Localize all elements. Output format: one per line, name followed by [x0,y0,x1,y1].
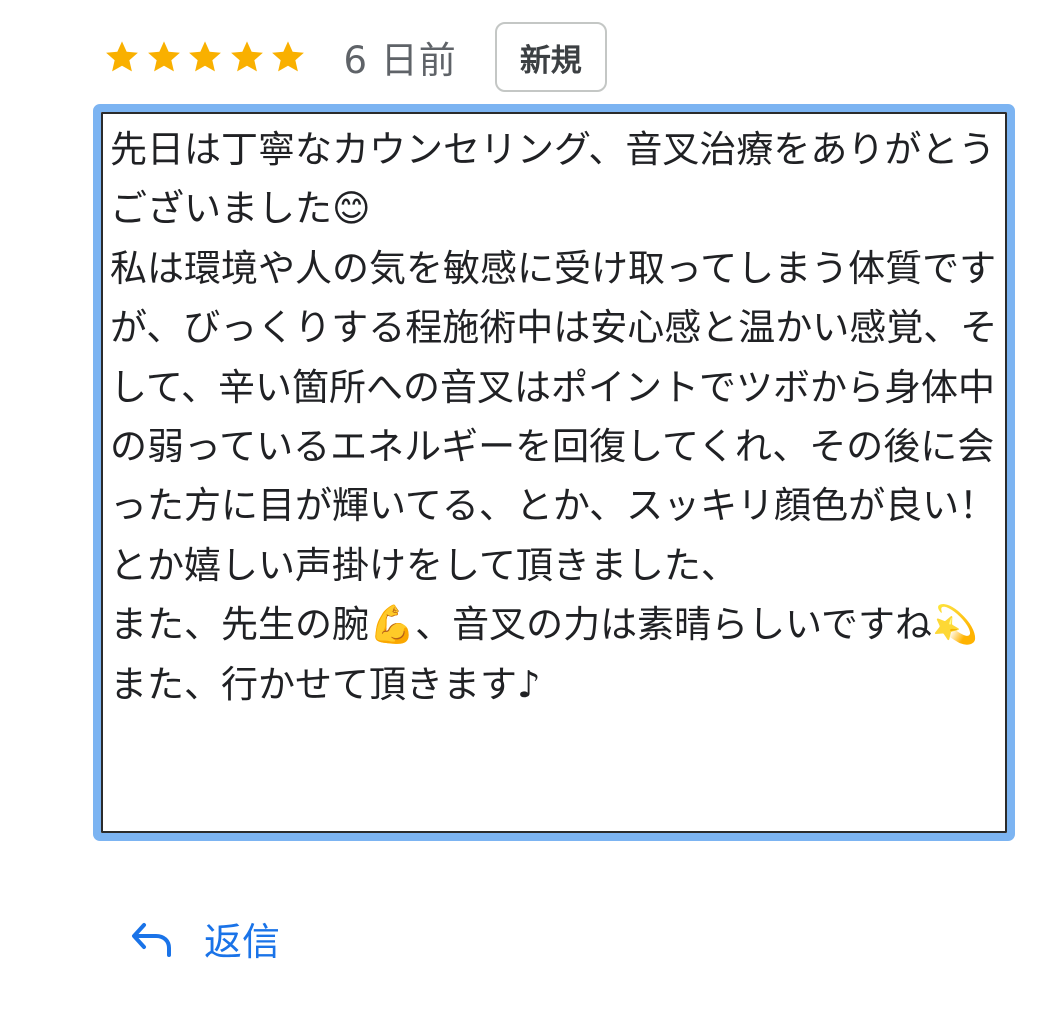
review-header: 6 日前 新規 [104,20,607,94]
review-card: 6 日前 新規 先日は丁寧なカウンセリング、音叉治療をありがとうございました😊 … [0,0,1052,1021]
reply-label: 返信 [204,919,281,964]
star-icon [229,39,265,75]
review-text[interactable]: 先日は丁寧なカウンセリング、音叉治療をありがとうございました😊 私は環境や人の気… [110,120,1006,714]
review-time: 6 日前 [343,39,457,82]
star-icon [146,39,182,75]
new-badge: 新規 [494,22,607,92]
reply-button[interactable]: 返信 [130,906,280,970]
star-rating [104,39,312,75]
star-icon [187,39,223,75]
star-icon [270,39,306,75]
star-icon [104,39,140,75]
reply-arrow-icon [130,916,174,960]
review-text-selection[interactable]: 先日は丁寧なカウンセリング、音叉治療をありがとうございました😊 私は環境や人の気… [93,104,1015,841]
